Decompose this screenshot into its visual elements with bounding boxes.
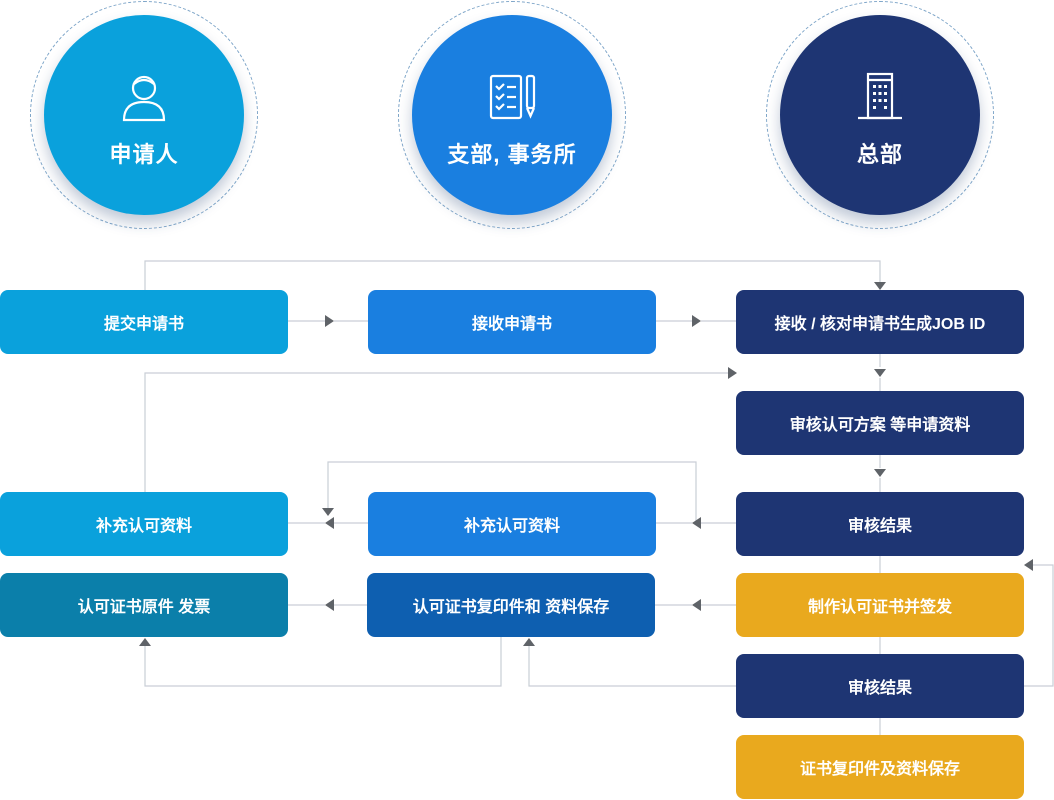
role-label-branch: 支部, 事务所	[447, 142, 577, 167]
step-supplement-branch: 补充认可资料	[368, 492, 656, 556]
role-branch: 支部, 事务所	[412, 15, 612, 215]
role-label-applicant: 申请人	[109, 142, 179, 167]
role-label-headquarters: 总部	[856, 142, 903, 167]
step-copy-save-hq: 证书复印件及资料保存	[736, 735, 1024, 799]
step-review-plan: 审核认可方案 等申请资料	[736, 391, 1024, 455]
step-make-issue: 制作认可证书并签发	[736, 573, 1024, 637]
building-icon	[850, 70, 910, 124]
step-receive-verify: 接收 / 核对申请书生成JOB ID	[736, 290, 1024, 354]
role-applicant: 申请人	[44, 15, 244, 215]
step-copy-save-branch: 认可证书复印件和 资料保存	[367, 573, 655, 637]
step-supplement-applicant: 补充认可资料	[0, 492, 288, 556]
step-submit-application: 提交申请书	[0, 290, 288, 354]
step-review-result-2: 审核结果	[736, 654, 1024, 718]
person-icon	[114, 70, 174, 124]
checklist-pen-icon	[482, 70, 542, 124]
role-headquarters: 总部	[780, 15, 980, 215]
step-review-result-1: 审核结果	[736, 492, 1024, 556]
step-original-issue: 认可证书原件 发票	[0, 573, 288, 637]
step-receive-application: 接收申请书	[368, 290, 656, 354]
